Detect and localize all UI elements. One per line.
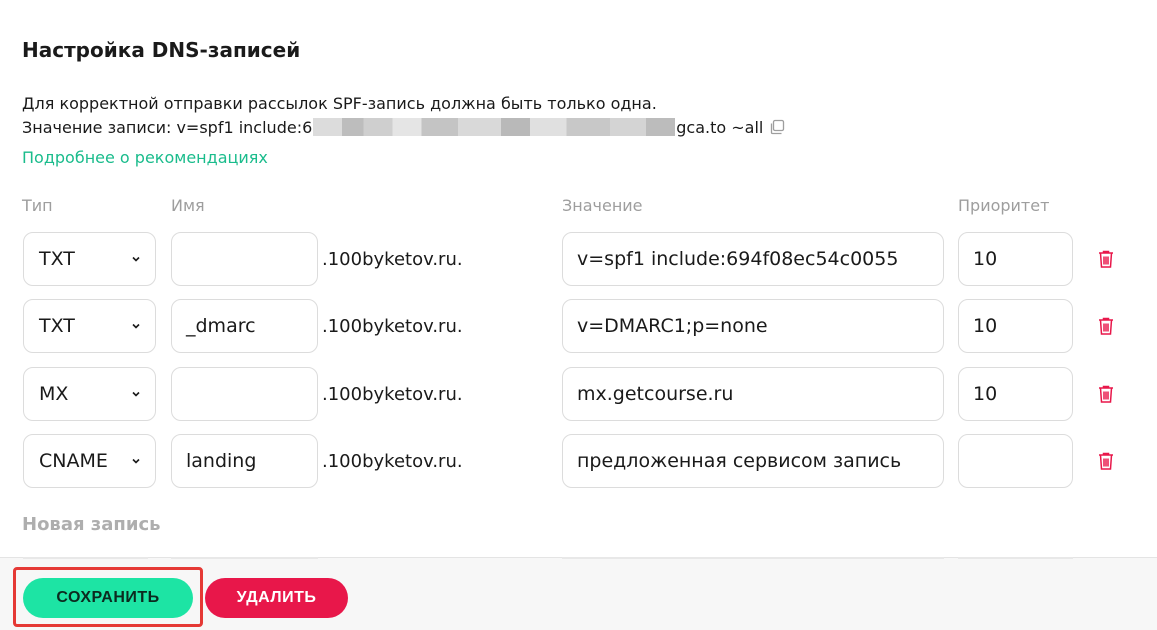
trash-icon[interactable] [1097,451,1115,471]
trash-icon[interactable] [1097,249,1115,269]
record-domain: .100byketov.ru. [322,451,463,472]
record-type-value: MX [39,383,69,405]
record-type-select[interactable]: TXT [23,299,156,353]
description-line-2: Значение записи: v=spf1 include:6 gca.to … [22,116,785,140]
record-name-input[interactable] [171,232,318,286]
record-priority-input[interactable]: 10 [958,299,1073,353]
delete-button[interactable]: УДАЛИТЬ [205,578,348,618]
save-button[interactable]: СОХРАНИТЬ [23,578,193,618]
chevron-down-icon [132,391,140,397]
record-type-select[interactable]: MX [23,367,156,421]
record-priority-input[interactable]: 10 [958,232,1073,286]
redacted-value [313,118,676,136]
record-type-value: CNAME [39,450,108,472]
record-value-input[interactable]: v=spf1 include:694f08ec54c0055 [562,232,944,286]
chevron-down-icon [132,256,140,262]
new-record-field-edge [171,557,318,559]
record-type-value: TXT [39,315,75,337]
chevron-down-icon [132,323,140,329]
trash-icon[interactable] [1097,384,1115,404]
record-domain: .100byketov.ru. [322,249,463,270]
record-priority-input[interactable]: 10 [958,367,1073,421]
trash-icon[interactable] [1097,316,1115,336]
record-type-value: TXT [39,248,75,270]
record-domain: .100byketov.ru. [322,316,463,337]
new-record-field-edge [23,557,148,559]
column-type: Тип [22,196,53,215]
copy-icon[interactable] [769,119,785,135]
column-name: Имя [171,196,205,215]
record-type-select[interactable]: CNAME [23,434,156,488]
description: Для корректной отправки рассылок SPF-зап… [22,92,785,140]
record-domain: .100byketov.ru. [322,384,463,405]
new-record-field-edge [958,557,1073,559]
recommendations-link[interactable]: Подробнее о рекомендациях [22,148,268,167]
new-record-field-edge [562,557,944,559]
chevron-down-icon [132,458,140,464]
record-value-input[interactable]: v=DMARC1;p=none [562,299,944,353]
description-line-1: Для корректной отправки рассылок SPF-зап… [22,94,657,113]
new-record-heading: Новая запись [22,514,161,535]
column-value: Значение [562,196,643,215]
record-type-select[interactable]: TXT [23,232,156,286]
record-value-input[interactable]: предложенная сервисом запись [562,434,944,488]
spf-value-prefix: Значение записи: v=spf1 include:6 [22,118,313,137]
record-priority-input[interactable] [958,434,1073,488]
spf-value-suffix: gca.to ~all [676,118,764,137]
record-name-input[interactable] [171,367,318,421]
record-value-input[interactable]: mx.getcourse.ru [562,367,944,421]
page-title: Настройка DNS-записей [22,38,301,62]
record-name-input[interactable]: landing [171,434,318,488]
record-name-input[interactable]: _dmarc [171,299,318,353]
column-priority: Приоритет [958,196,1050,215]
